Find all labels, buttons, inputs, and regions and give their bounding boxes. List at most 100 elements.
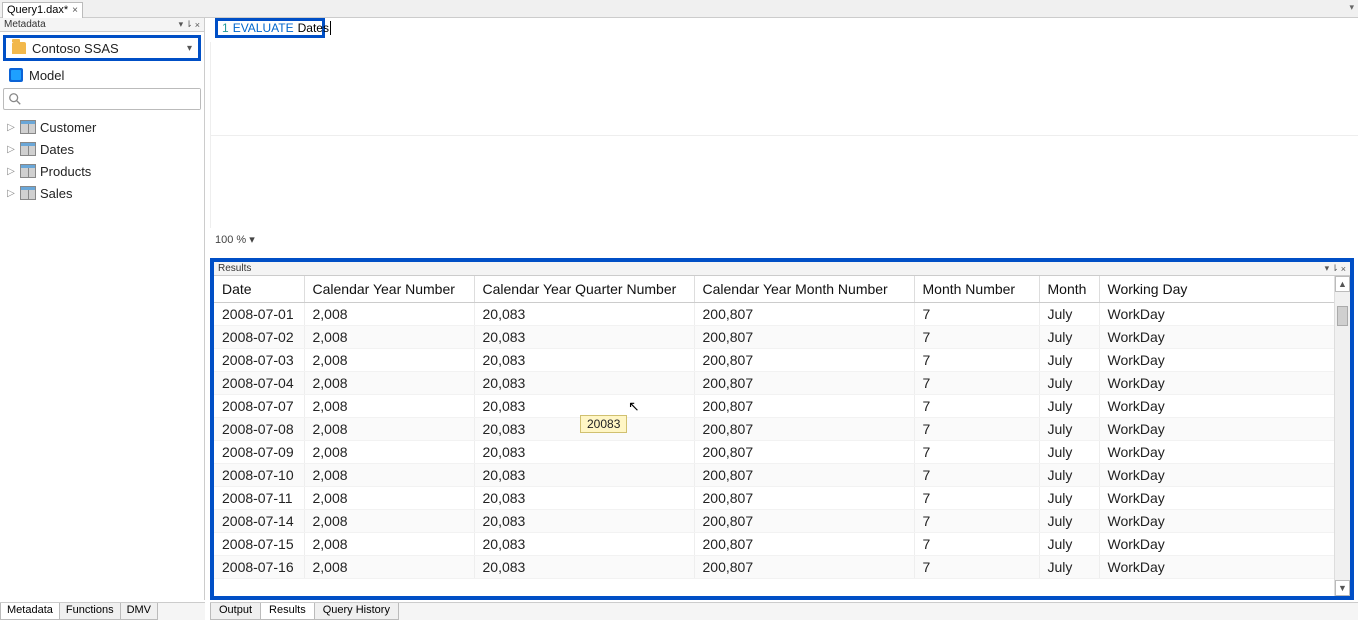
cell[interactable]: 7 <box>914 348 1039 371</box>
cell[interactable]: WorkDay <box>1099 532 1350 555</box>
cell[interactable]: 2,008 <box>304 417 474 440</box>
database-dropdown[interactable]: Contoso SSAS ▾ <box>3 35 201 61</box>
expand-icon[interactable]: ▷ <box>6 166 16 177</box>
cell[interactable]: July <box>1039 486 1099 509</box>
cell[interactable]: 20,083 <box>474 532 694 555</box>
cell[interactable]: WorkDay <box>1099 394 1350 417</box>
dropdown-icon[interactable]: ▾ <box>1325 263 1330 274</box>
cell[interactable]: 2,008 <box>304 532 474 555</box>
scroll-up-icon[interactable]: ▲ <box>1335 276 1350 292</box>
cell[interactable]: 2008-07-07 <box>214 394 304 417</box>
vertical-scrollbar[interactable]: ▲ ▼ <box>1334 276 1350 596</box>
table-row[interactable]: 2008-07-092,00820,083200,8077JulyWorkDay <box>214 440 1350 463</box>
cell[interactable]: 2,008 <box>304 348 474 371</box>
cell[interactable]: 200,807 <box>694 417 914 440</box>
cell[interactable]: 2008-07-11 <box>214 486 304 509</box>
cell[interactable]: 200,807 <box>694 348 914 371</box>
code-line[interactable]: 1 EVALUATE Dates <box>215 18 325 38</box>
cell[interactable]: 7 <box>914 486 1039 509</box>
cell[interactable]: 7 <box>914 463 1039 486</box>
pin-icon[interactable]: ⇂ <box>185 19 193 30</box>
cell[interactable]: 7 <box>914 394 1039 417</box>
cell[interactable]: 20,083 <box>474 555 694 578</box>
cell[interactable]: July <box>1039 463 1099 486</box>
close-icon[interactable]: × <box>1341 264 1346 274</box>
cell[interactable]: July <box>1039 417 1099 440</box>
close-icon[interactable]: × <box>195 20 200 30</box>
col-working-day[interactable]: Working Day <box>1099 276 1350 302</box>
table-row[interactable]: 2008-07-082,00820,083200,8077JulyWorkDay <box>214 417 1350 440</box>
col-calendar-year-month-number[interactable]: Calendar Year Month Number <box>694 276 914 302</box>
cell[interactable]: 20,083 <box>474 486 694 509</box>
cell[interactable]: July <box>1039 509 1099 532</box>
pin-icon[interactable]: ⇂ <box>1331 263 1339 274</box>
cell[interactable]: 7 <box>914 325 1039 348</box>
tab-query-history[interactable]: Query History <box>314 603 399 620</box>
tab-output[interactable]: Output <box>210 603 261 620</box>
cell[interactable]: 2008-07-04 <box>214 371 304 394</box>
cell[interactable]: 200,807 <box>694 440 914 463</box>
cell[interactable]: 200,807 <box>694 486 914 509</box>
cell[interactable]: 2008-07-03 <box>214 348 304 371</box>
cell[interactable]: 20,083 <box>474 394 694 417</box>
cell[interactable]: 2,008 <box>304 463 474 486</box>
table-row[interactable]: 2008-07-152,00820,083200,8077JulyWorkDay <box>214 532 1350 555</box>
table-dates[interactable]: ▷ Dates <box>4 138 200 160</box>
cell[interactable]: 7 <box>914 532 1039 555</box>
cell[interactable]: July <box>1039 532 1099 555</box>
close-icon[interactable]: × <box>72 5 78 16</box>
dropdown-icon[interactable]: ▾ <box>179 19 184 30</box>
cell[interactable]: 2008-07-02 <box>214 325 304 348</box>
cell[interactable]: 200,807 <box>694 394 914 417</box>
col-date[interactable]: Date <box>214 276 304 302</box>
cell[interactable]: WorkDay <box>1099 325 1350 348</box>
table-customer[interactable]: ▷ Customer <box>4 116 200 138</box>
table-sales[interactable]: ▷ Sales <box>4 182 200 204</box>
cell[interactable]: 200,807 <box>694 302 914 325</box>
cell[interactable]: 2,008 <box>304 371 474 394</box>
cell[interactable]: July <box>1039 371 1099 394</box>
table-row[interactable]: 2008-07-012,00820,083200,8077JulyWorkDay <box>214 302 1350 325</box>
col-month[interactable]: Month <box>1039 276 1099 302</box>
cell[interactable]: 200,807 <box>694 532 914 555</box>
cell[interactable]: 2,008 <box>304 302 474 325</box>
cell[interactable]: July <box>1039 394 1099 417</box>
cell[interactable]: WorkDay <box>1099 302 1350 325</box>
col-month-number[interactable]: Month Number <box>914 276 1039 302</box>
cell[interactable]: WorkDay <box>1099 555 1350 578</box>
cell[interactable]: 20,083 <box>474 463 694 486</box>
cell[interactable]: 7 <box>914 509 1039 532</box>
expand-icon[interactable]: ▷ <box>6 122 16 133</box>
cell[interactable]: 2,008 <box>304 394 474 417</box>
cell[interactable]: 2008-07-14 <box>214 509 304 532</box>
col-calendar-year-number[interactable]: Calendar Year Number <box>304 276 474 302</box>
cell[interactable]: 20,083 <box>474 509 694 532</box>
table-row[interactable]: 2008-07-022,00820,083200,8077JulyWorkDay <box>214 325 1350 348</box>
cell[interactable]: 7 <box>914 555 1039 578</box>
table-row[interactable]: 2008-07-042,00820,083200,8077JulyWorkDay <box>214 371 1350 394</box>
table-products[interactable]: ▷ Products <box>4 160 200 182</box>
table-row[interactable]: 2008-07-142,00820,083200,8077JulyWorkDay <box>214 509 1350 532</box>
table-row[interactable]: 2008-07-102,00820,083200,8077JulyWorkDay <box>214 463 1350 486</box>
col-calendar-year-quarter-number[interactable]: Calendar Year Quarter Number <box>474 276 694 302</box>
table-row[interactable]: 2008-07-072,00820,083200,8077JulyWorkDay <box>214 394 1350 417</box>
tab-dmv[interactable]: DMV <box>120 603 158 620</box>
editor-area[interactable]: 1 EVALUATE Dates 100 % ▾ <box>210 18 1358 248</box>
cell[interactable]: 2,008 <box>304 555 474 578</box>
cell[interactable]: July <box>1039 440 1099 463</box>
cell[interactable]: 2008-07-10 <box>214 463 304 486</box>
cell[interactable]: 2008-07-15 <box>214 532 304 555</box>
cell[interactable]: 7 <box>914 417 1039 440</box>
cell[interactable]: 2,008 <box>304 486 474 509</box>
expand-icon[interactable]: ▷ <box>6 188 16 199</box>
cell[interactable]: 200,807 <box>694 371 914 394</box>
cell[interactable]: WorkDay <box>1099 371 1350 394</box>
cell[interactable]: 20,083 <box>474 348 694 371</box>
cell[interactable]: WorkDay <box>1099 348 1350 371</box>
tab-results[interactable]: Results <box>260 603 315 620</box>
zoom-control[interactable]: 100 % ▾ <box>215 233 255 246</box>
table-row[interactable]: 2008-07-162,00820,083200,8077JulyWorkDay <box>214 555 1350 578</box>
model-row[interactable]: Model <box>3 64 201 86</box>
scroll-down-icon[interactable]: ▼ <box>1335 580 1350 596</box>
cell[interactable]: July <box>1039 348 1099 371</box>
